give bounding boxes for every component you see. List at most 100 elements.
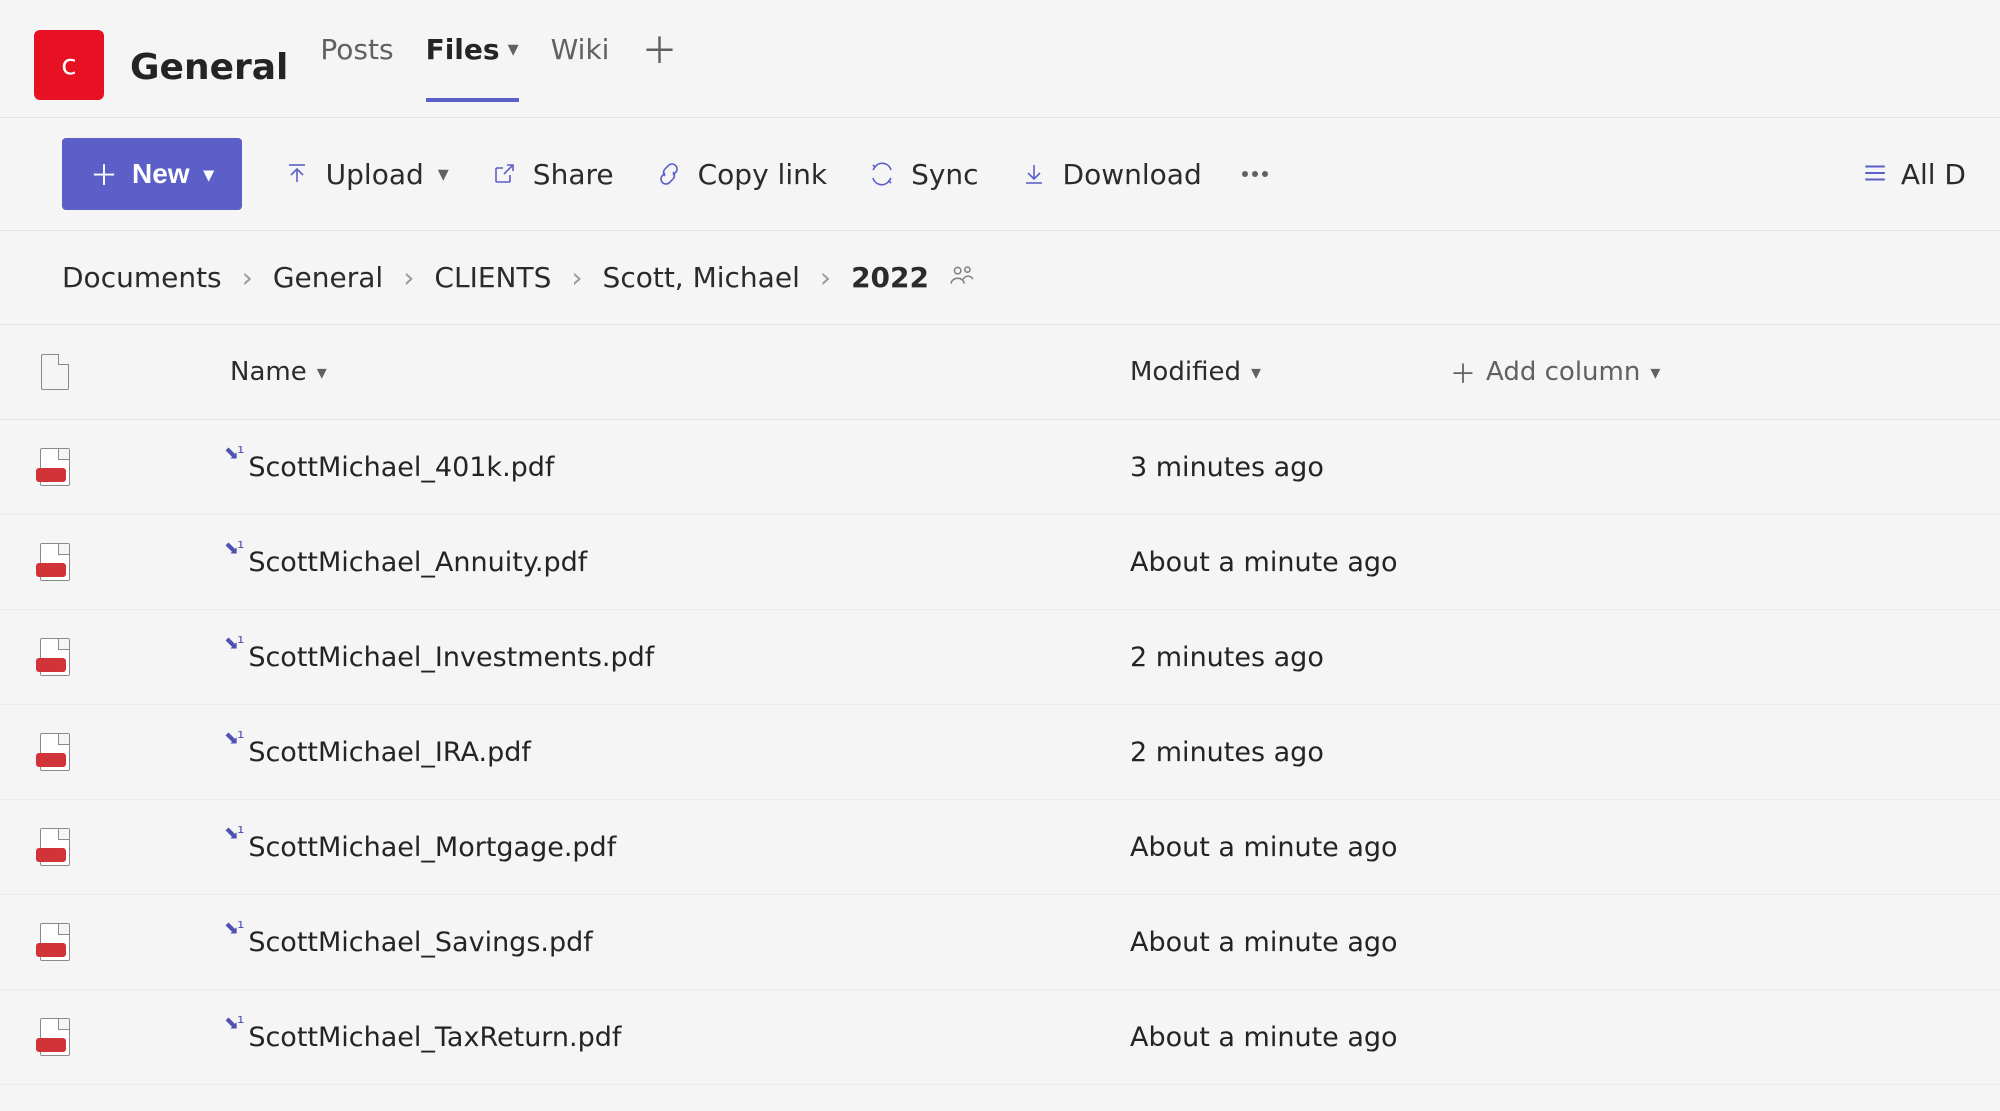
file-modified-cell: 3 minutes ago: [1130, 452, 1450, 483]
file-modified: 2 minutes ago: [1130, 642, 1324, 673]
tab-label: Wiki: [551, 33, 610, 66]
file-type-cell: [0, 828, 110, 866]
file-row[interactable]: ⬊¹ ScottMichael_Savings.pdf About a minu…: [0, 895, 2000, 990]
shared-folder-icon: [949, 264, 975, 292]
breadcrumb-item[interactable]: CLIENTS: [434, 261, 551, 294]
pdf-file-icon: [40, 448, 70, 486]
more-actions-button[interactable]: [1242, 171, 1268, 177]
file-modified: About a minute ago: [1130, 547, 1398, 578]
sync-label: Sync: [911, 158, 978, 191]
file-list: Name ▾ Modified ▾ ＋ Add column ▾ ⬊¹ Scot…: [0, 324, 2000, 1085]
file-type-cell: [0, 638, 110, 676]
channel-header: c General Posts Files ▾ Wiki ＋: [0, 0, 2000, 118]
upload-button[interactable]: Upload ▾: [282, 158, 449, 191]
file-modified-cell: About a minute ago: [1130, 547, 1450, 578]
file-row[interactable]: ⬊¹ ScottMichael_IRA.pdf 2 minutes ago: [0, 705, 2000, 800]
plus-icon: ＋: [90, 154, 118, 194]
upload-icon: [282, 162, 312, 186]
column-header-modified[interactable]: Modified ▾: [1130, 357, 1450, 387]
tab-wiki[interactable]: Wiki: [551, 33, 610, 102]
chevron-down-icon: ▾: [1650, 360, 1660, 384]
new-indicator-icon: ⬊¹: [224, 728, 242, 749]
chevron-down-icon: ▾: [1251, 360, 1261, 384]
file-name: ScottMichael_Annuity.pdf: [248, 547, 587, 578]
view-label: All D: [1901, 158, 1966, 191]
pdf-file-icon: [40, 638, 70, 676]
copy-link-label: Copy link: [698, 158, 827, 191]
file-type-cell: [0, 923, 110, 961]
plus-icon: ＋: [1450, 354, 1476, 391]
chevron-down-icon: ▾: [204, 162, 214, 187]
channel-tabs: Posts Files ▾ Wiki ＋: [320, 33, 677, 102]
share-button[interactable]: Share: [489, 158, 614, 191]
new-button-label: New: [132, 158, 190, 190]
breadcrumb-item[interactable]: Documents: [62, 261, 222, 294]
breadcrumb-item[interactable]: Scott, Michael: [603, 261, 800, 294]
breadcrumb-item[interactable]: General: [273, 261, 383, 294]
tab-label: Files: [426, 33, 500, 66]
chevron-right-icon: ›: [820, 261, 831, 294]
tab-files[interactable]: Files ▾: [426, 33, 519, 102]
file-name-cell[interactable]: ⬊¹ ScottMichael_Savings.pdf: [170, 927, 1130, 958]
file-icon: [41, 354, 69, 390]
copy-link-button[interactable]: Copy link: [654, 158, 827, 191]
share-icon: [489, 162, 519, 186]
file-type-cell: [0, 1018, 110, 1056]
command-bar: ＋ New ▾ Upload ▾ Share Copy link Sync Do…: [0, 118, 2000, 231]
add-tab-button[interactable]: ＋: [641, 34, 677, 102]
file-name-cell[interactable]: ⬊¹ ScottMichael_Investments.pdf: [170, 642, 1130, 673]
breadcrumb-item-current[interactable]: 2022: [851, 261, 929, 294]
new-button[interactable]: ＋ New ▾: [62, 138, 242, 210]
pdf-file-icon: [40, 1018, 70, 1056]
file-modified: 2 minutes ago: [1130, 737, 1324, 768]
column-header-type[interactable]: [0, 354, 110, 390]
view-switcher[interactable]: All D: [1861, 158, 1966, 191]
add-column-button[interactable]: ＋ Add column ▾: [1450, 354, 2000, 391]
new-indicator-icon: ⬊¹: [224, 538, 242, 559]
file-name-cell[interactable]: ⬊¹ ScottMichael_Annuity.pdf: [170, 547, 1130, 578]
file-name-cell[interactable]: ⬊¹ ScottMichael_Mortgage.pdf: [170, 832, 1130, 863]
new-indicator-icon: ⬊¹: [224, 918, 242, 939]
file-name: ScottMichael_TaxReturn.pdf: [248, 1022, 621, 1053]
column-header-name[interactable]: Name ▾: [170, 357, 1130, 387]
chevron-right-icon: ›: [571, 261, 582, 294]
tab-posts[interactable]: Posts: [320, 33, 393, 102]
chevron-right-icon: ›: [242, 261, 253, 294]
download-icon: [1019, 162, 1049, 186]
chevron-right-icon: ›: [403, 261, 414, 294]
chevron-down-icon: ▾: [317, 360, 327, 384]
channel-title: General: [130, 47, 288, 88]
file-type-cell: [0, 733, 110, 771]
download-label: Download: [1063, 158, 1202, 191]
file-row[interactable]: ⬊¹ ScottMichael_Annuity.pdf About a minu…: [0, 515, 2000, 610]
file-name-cell[interactable]: ⬊¹ ScottMichael_TaxReturn.pdf: [170, 1022, 1130, 1053]
file-modified-cell: 2 minutes ago: [1130, 737, 1450, 768]
file-modified: About a minute ago: [1130, 1022, 1398, 1053]
column-name-label: Name: [230, 357, 307, 387]
file-modified-cell: About a minute ago: [1130, 1022, 1450, 1053]
file-modified-cell: About a minute ago: [1130, 832, 1450, 863]
file-row[interactable]: ⬊¹ ScottMichael_Mortgage.pdf About a min…: [0, 800, 2000, 895]
chevron-down-icon: ▾: [508, 37, 519, 62]
column-modified-label: Modified: [1130, 357, 1241, 387]
download-button[interactable]: Download: [1019, 158, 1202, 191]
file-modified: 3 minutes ago: [1130, 452, 1324, 483]
file-row[interactable]: ⬊¹ ScottMichael_401k.pdf 3 minutes ago: [0, 420, 2000, 515]
file-modified-cell: 2 minutes ago: [1130, 642, 1450, 673]
file-name: ScottMichael_IRA.pdf: [248, 737, 531, 768]
link-icon: [654, 162, 684, 186]
upload-label: Upload: [326, 158, 424, 191]
file-row[interactable]: ⬊¹ ScottMichael_Investments.pdf 2 minute…: [0, 610, 2000, 705]
breadcrumb: Documents › General › CLIENTS › Scott, M…: [0, 231, 2000, 324]
new-indicator-icon: ⬊¹: [224, 1013, 242, 1034]
file-type-cell: [0, 448, 110, 486]
add-column-label: Add column: [1486, 357, 1640, 387]
file-list-header: Name ▾ Modified ▾ ＋ Add column ▾: [0, 325, 2000, 420]
file-name: ScottMichael_Investments.pdf: [248, 642, 654, 673]
new-indicator-icon: ⬊¹: [224, 443, 242, 464]
sync-icon: [867, 162, 897, 186]
file-name-cell[interactable]: ⬊¹ ScottMichael_IRA.pdf: [170, 737, 1130, 768]
file-row[interactable]: ⬊¹ ScottMichael_TaxReturn.pdf About a mi…: [0, 990, 2000, 1085]
file-name-cell[interactable]: ⬊¹ ScottMichael_401k.pdf: [170, 452, 1130, 483]
sync-button[interactable]: Sync: [867, 158, 978, 191]
